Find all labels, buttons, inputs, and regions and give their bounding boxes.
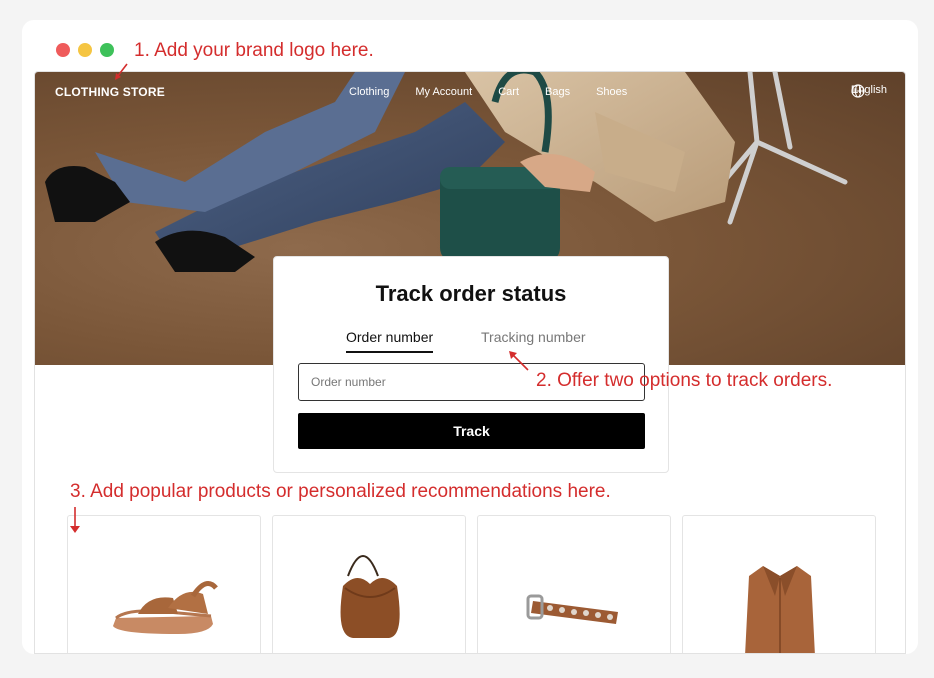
- annotation-arrow-tracking: [509, 351, 529, 371]
- store-page: CLOTHING STORE Clothing My Account Cart …: [34, 71, 906, 654]
- product-card-sandal[interactable]: [67, 515, 261, 653]
- nav-link-shoes[interactable]: Shoes: [596, 86, 627, 98]
- tab-order-number[interactable]: Order number: [346, 329, 434, 353]
- annotation-track-options: 2. Offer two options to track orders.: [536, 370, 833, 391]
- globe-icon: [851, 84, 865, 98]
- annotation-arrow-logo: [115, 63, 128, 80]
- annotation-arrow-products: [70, 507, 80, 533]
- nav-link-cart[interactable]: Cart: [498, 86, 519, 98]
- browser-card: 1. Add your brand logo here. CLOTHING ST…: [22, 20, 918, 654]
- product-card-handbag[interactable]: [272, 515, 466, 653]
- annotation-recommendations: 3. Add popular products or personalized …: [70, 481, 611, 502]
- track-title: Track order status: [375, 281, 567, 306]
- nav-link-bags[interactable]: Bags: [545, 86, 570, 98]
- handbag-icon: [340, 555, 400, 638]
- language-selector[interactable]: English: [851, 84, 887, 98]
- top-navigation: CLOTHING STORE Clothing My Account Cart …: [35, 72, 905, 112]
- brand-logo[interactable]: CLOTHING STORE: [55, 85, 165, 99]
- maximize-window-dot[interactable]: [100, 43, 114, 57]
- minimize-window-dot[interactable]: [78, 43, 92, 57]
- close-window-dot[interactable]: [56, 43, 70, 57]
- tab-tracking-number[interactable]: Tracking number: [481, 329, 586, 345]
- jacket-icon: [745, 566, 815, 653]
- track-order-panel: Track order status Order number Tracking…: [273, 256, 669, 473]
- sandal-icon: [113, 581, 218, 634]
- track-button[interactable]: Track: [298, 413, 645, 449]
- annotation-logo: 1. Add your brand logo here.: [134, 40, 374, 61]
- belt-icon: [526, 594, 618, 624]
- product-card-belt[interactable]: [477, 515, 671, 653]
- nav-link-my-account[interactable]: My Account: [415, 86, 472, 98]
- nav-links: Clothing My Account Cart Bags Shoes: [349, 86, 653, 98]
- product-card-jacket[interactable]: [682, 515, 876, 653]
- nav-link-clothing[interactable]: Clothing: [349, 86, 389, 98]
